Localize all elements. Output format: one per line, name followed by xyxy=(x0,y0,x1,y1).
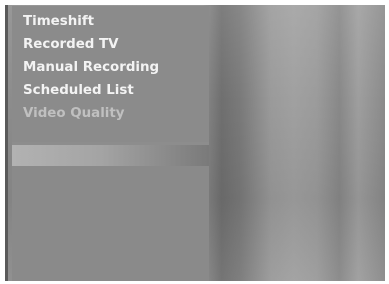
menu-item-recorded-tv[interactable]: Recorded TV xyxy=(12,33,209,56)
tv-screen: Timeshift Recorded TV Manual Recording S… xyxy=(5,5,385,281)
selection-highlight-bar[interactable] xyxy=(12,145,209,166)
menu-panel: Timeshift Recorded TV Manual Recording S… xyxy=(12,6,209,281)
menu-item-timeshift[interactable]: Timeshift xyxy=(12,10,209,33)
menu-item-scheduled-list[interactable]: Scheduled List xyxy=(12,79,209,102)
menu-item-manual-recording[interactable]: Manual Recording xyxy=(12,56,209,79)
menu-list: Timeshift Recorded TV Manual Recording S… xyxy=(12,6,209,125)
screen-left-border xyxy=(5,5,8,281)
menu-panel-empty-area xyxy=(12,166,209,281)
menu-item-video-quality[interactable]: Video Quality xyxy=(12,102,209,125)
